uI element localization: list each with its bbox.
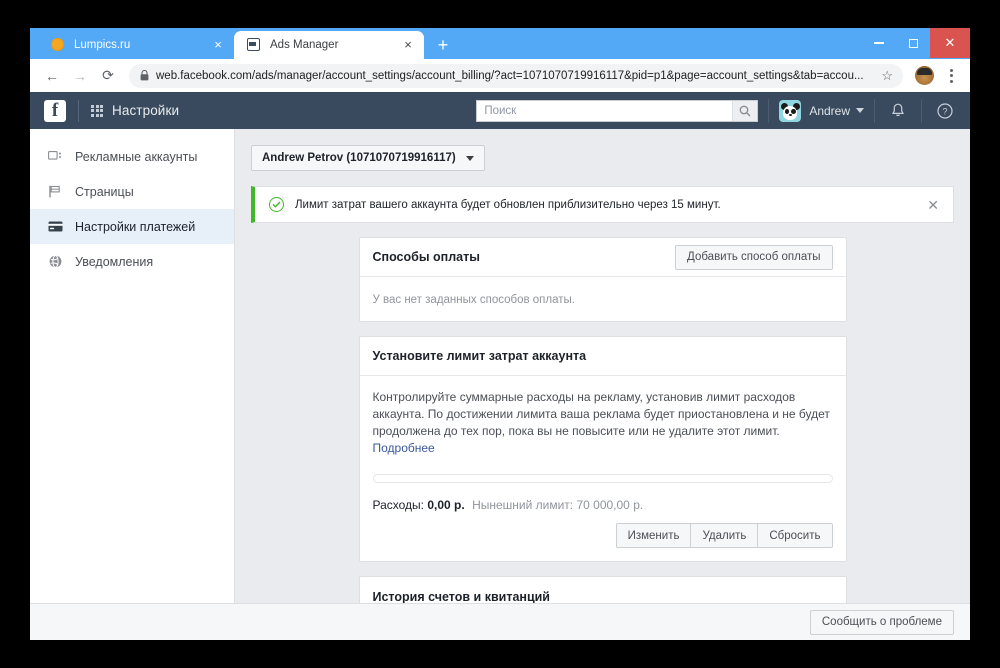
banner-text: Лимит затрат вашего аккаунта будет обнов… bbox=[295, 198, 721, 211]
header-right-group: Andrew ? bbox=[476, 92, 970, 129]
spent-label: Расходы: bbox=[372, 498, 425, 513]
footer-bar: Сообщить о проблеме bbox=[30, 603, 970, 640]
card-header: История счетов и квитанций bbox=[360, 577, 846, 603]
card-header: Способы оплаты Добавить способ оплаты bbox=[359, 238, 846, 278]
window-close-button[interactable]: ✕ bbox=[930, 28, 970, 58]
chevron-down-icon bbox=[856, 108, 864, 114]
spent-value: 0,00 р. bbox=[427, 498, 465, 513]
payment-methods-empty-text: У вас нет заданных способов оплаты. bbox=[372, 294, 575, 307]
sidebar-item-label: Настройки платежей bbox=[75, 219, 196, 234]
bell-icon[interactable] bbox=[885, 98, 911, 124]
tab-title: Lumpics.ru bbox=[74, 38, 131, 51]
card-title: Способы оплаты bbox=[372, 250, 480, 265]
window-controls: ✕ bbox=[862, 28, 970, 58]
payment-methods-card: Способы оплаты Добавить способ оплаты У … bbox=[358, 237, 847, 323]
search-icon[interactable] bbox=[732, 100, 758, 121]
chrome-profile-avatar[interactable] bbox=[915, 66, 934, 86]
card-body: У вас нет заданных способов оплаты. bbox=[360, 277, 846, 321]
sidebar: Рекламные аккаунты Страницы Настройки пл… bbox=[30, 129, 235, 603]
card-body: Контролируйте суммарные расходы на рекла… bbox=[360, 376, 846, 561]
facebook-header: f Настройки Поиск Andrew ? bbox=[30, 92, 970, 130]
sidebar-item-ad-accounts[interactable]: Рекламные аккаунты bbox=[30, 139, 234, 174]
card-title: История счетов и квитанций bbox=[372, 589, 551, 603]
card-title: Установите лимит затрат аккаунта bbox=[372, 349, 587, 364]
change-limit-button[interactable]: Изменить bbox=[615, 523, 692, 549]
page-body: Рекламные аккаунты Страницы Настройки пл… bbox=[30, 129, 970, 603]
browser-tab-strip: Lumpics.ru × Ads Manager × + ✕ bbox=[30, 28, 970, 59]
learn-more-link[interactable]: Подробнее bbox=[373, 440, 833, 457]
grid-menu-icon[interactable] bbox=[91, 104, 103, 117]
facebook-logo[interactable]: f bbox=[44, 99, 66, 122]
search-input[interactable] bbox=[477, 100, 733, 121]
forward-icon[interactable]: → bbox=[67, 63, 93, 89]
sidebar-item-pages[interactable]: Страницы bbox=[30, 174, 234, 209]
delete-limit-button[interactable]: Удалить bbox=[690, 523, 759, 549]
credit-card-icon bbox=[47, 221, 63, 232]
divider bbox=[768, 98, 770, 123]
account-selector-label: Andrew Petrov (1071070719916117) bbox=[262, 152, 456, 165]
cards-column: Способы оплаты Добавить способ оплаты У … bbox=[358, 237, 847, 603]
spend-progress-bar bbox=[372, 474, 833, 484]
billing-history-card[interactable]: История счетов и квитанций bbox=[358, 576, 847, 603]
browser-tab-lumpics[interactable]: Lumpics.ru × bbox=[38, 31, 234, 59]
chevron-down-icon bbox=[465, 155, 474, 161]
divider bbox=[921, 98, 922, 123]
status-banner: Лимит затрат вашего аккаунта будет обнов… bbox=[251, 186, 954, 224]
divider bbox=[874, 98, 875, 123]
new-tab-button[interactable]: + bbox=[430, 32, 456, 58]
sidebar-item-notifications[interactable]: Уведомления bbox=[30, 244, 234, 279]
sidebar-item-payment-settings[interactable]: Настройки платежей bbox=[30, 209, 234, 245]
page-content: f Настройки Поиск Andrew ? Рекламные акк… bbox=[30, 92, 970, 640]
browser-toolbar: ← → ⟳ web.facebook.com/ads/manager/accou… bbox=[30, 58, 970, 93]
close-icon[interactable]: ✕ bbox=[925, 198, 941, 212]
check-circle-icon bbox=[269, 197, 284, 213]
orange-circle-icon bbox=[50, 37, 65, 52]
sidebar-item-label: Рекламные аккаунты bbox=[75, 149, 198, 164]
globe-icon bbox=[47, 255, 63, 269]
search-box[interactable] bbox=[476, 99, 759, 122]
reload-icon[interactable]: ⟳ bbox=[95, 63, 121, 89]
card-header: Установите лимит затрат аккаунта bbox=[359, 337, 846, 377]
main-content: Andrew Petrov (1071070719916117) Лимит з… bbox=[235, 129, 970, 603]
url-text: web.facebook.com/ads/manager/account_set… bbox=[156, 69, 864, 82]
reset-limit-button[interactable]: Сбросить bbox=[757, 523, 833, 549]
account-selector-dropdown[interactable]: Andrew Petrov (1071070719916117) bbox=[251, 145, 485, 172]
current-limit-text: Нынешний лимит: 70 000,00 р. bbox=[472, 498, 644, 513]
desktop-background: Lumpics.ru × Ads Manager × + ✕ ← → ⟳ web… bbox=[0, 0, 1000, 668]
user-name: Andrew bbox=[809, 103, 850, 118]
browser-window: Lumpics.ru × Ads Manager × + ✕ ← → ⟳ web… bbox=[30, 28, 970, 640]
page-title: Настройки bbox=[112, 103, 180, 119]
window-maximize-button[interactable] bbox=[896, 28, 930, 58]
spending-limit-actions: Изменить Удалить Сбросить bbox=[373, 523, 833, 549]
tab-close-icon[interactable]: × bbox=[210, 37, 226, 53]
tab-close-icon[interactable]: × bbox=[400, 37, 416, 53]
spending-limit-card: Установите лимит затрат аккаунта Контрол… bbox=[358, 336, 847, 563]
lock-icon bbox=[140, 70, 149, 81]
sidebar-item-label: Уведомления bbox=[75, 254, 154, 269]
help-icon[interactable]: ? bbox=[932, 98, 958, 124]
spending-limit-description: Контролируйте суммарные расходы на рекла… bbox=[372, 390, 830, 439]
address-bar[interactable]: web.facebook.com/ads/manager/account_set… bbox=[129, 63, 903, 88]
add-payment-method-button[interactable]: Добавить способ оплаты bbox=[675, 244, 833, 270]
ad-accounts-icon bbox=[47, 151, 63, 163]
window-minimize-button[interactable] bbox=[862, 28, 896, 58]
user-menu[interactable]: Andrew bbox=[779, 99, 864, 122]
flag-icon bbox=[47, 185, 63, 198]
tab-title: Ads Manager bbox=[270, 38, 339, 51]
browser-tab-ads-manager[interactable]: Ads Manager × bbox=[234, 30, 424, 59]
bookmark-star-icon[interactable]: ☆ bbox=[881, 68, 893, 84]
header-divider bbox=[78, 99, 79, 122]
chrome-menu-icon[interactable] bbox=[941, 68, 961, 83]
sidebar-item-label: Страницы bbox=[75, 184, 134, 199]
ads-manager-icon bbox=[246, 37, 261, 52]
avatar bbox=[779, 99, 802, 122]
spend-summary: Расходы: 0,00 р. Нынешний лимит: 70 000,… bbox=[373, 498, 833, 512]
back-icon[interactable]: ← bbox=[39, 63, 65, 89]
svg-text:?: ? bbox=[942, 107, 947, 117]
report-problem-button[interactable]: Сообщить о проблеме bbox=[809, 609, 954, 635]
